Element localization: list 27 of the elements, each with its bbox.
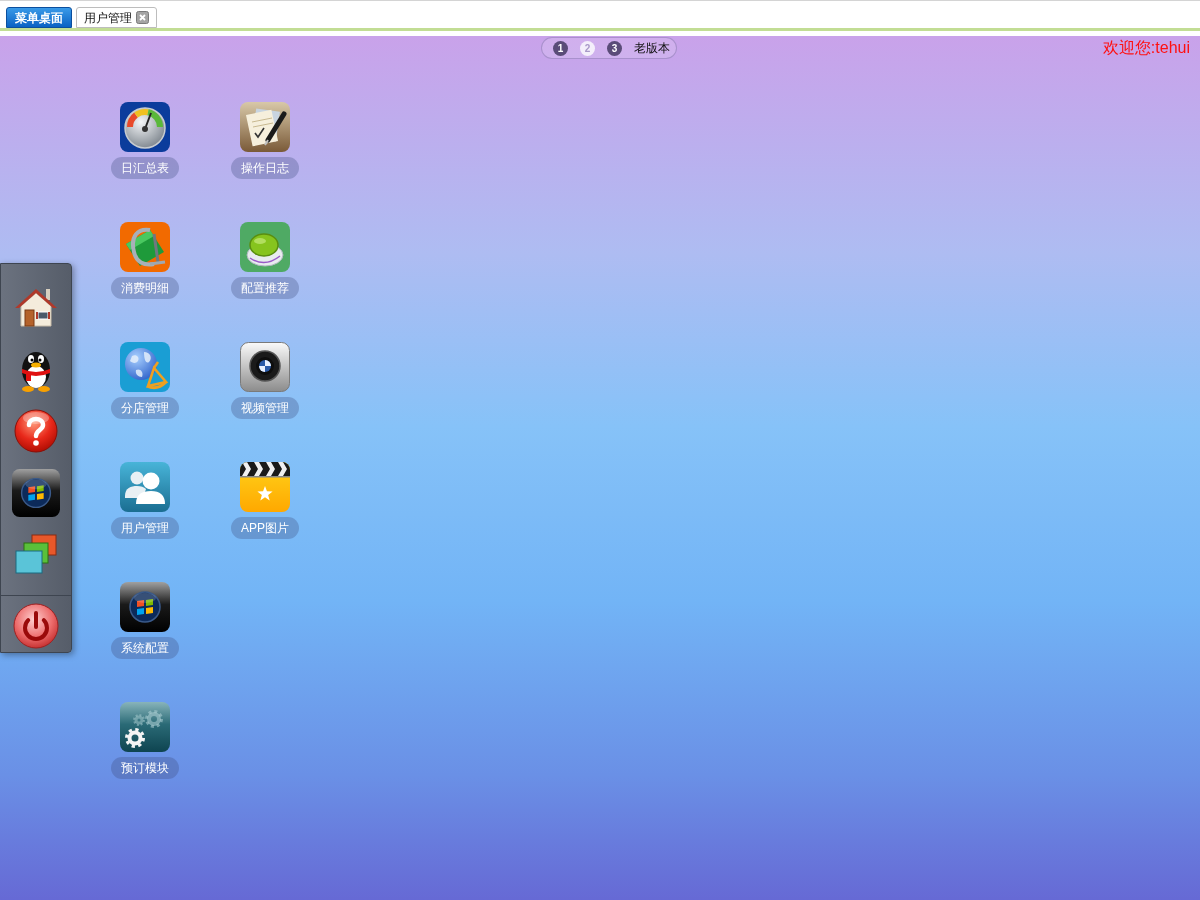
desktop-shortcut[interactable]: 视频管理 (225, 342, 305, 419)
desktop-shortcut[interactable]: 用户管理 (105, 462, 185, 539)
desktop-shortcut[interactable]: 日汇总表 (105, 102, 185, 179)
users-icon (120, 462, 170, 512)
help-icon[interactable] (12, 407, 60, 455)
gauge-icon (120, 102, 170, 152)
camera-lens-icon (240, 342, 290, 392)
flag-orb-icon (120, 582, 170, 632)
desktop-shortcut[interactable]: 预订模块 (105, 702, 185, 779)
desktop-shortcut[interactable]: 消费明细 (105, 222, 185, 299)
tab[interactable]: 菜单桌面 (6, 7, 72, 28)
welcome-text: 欢迎您:tehui (1102, 39, 1190, 56)
power-icon[interactable] (12, 602, 60, 650)
gears-icon (120, 702, 170, 752)
desktop-shortcut[interactable]: 分店管理 (105, 342, 185, 419)
tab[interactable]: 用户管理 (76, 7, 157, 28)
flag-orb-icon[interactable] (12, 469, 60, 517)
clamp-icon (120, 222, 170, 272)
desktop-shortcut[interactable]: 配置推荐 (225, 222, 305, 299)
notepad-pen-icon (240, 102, 290, 152)
desktop-shortcut[interactable]: APP图片 (225, 462, 305, 539)
desktop-shortcut[interactable]: 系统配置 (105, 582, 185, 659)
close-icon[interactable] (136, 11, 149, 24)
desktop-shortcut[interactable]: 操作日志 (225, 102, 305, 179)
globe-sextant-icon (120, 342, 170, 392)
dome-button-icon (240, 222, 290, 272)
old-version-link[interactable]: 老版本 (634, 40, 670, 56)
